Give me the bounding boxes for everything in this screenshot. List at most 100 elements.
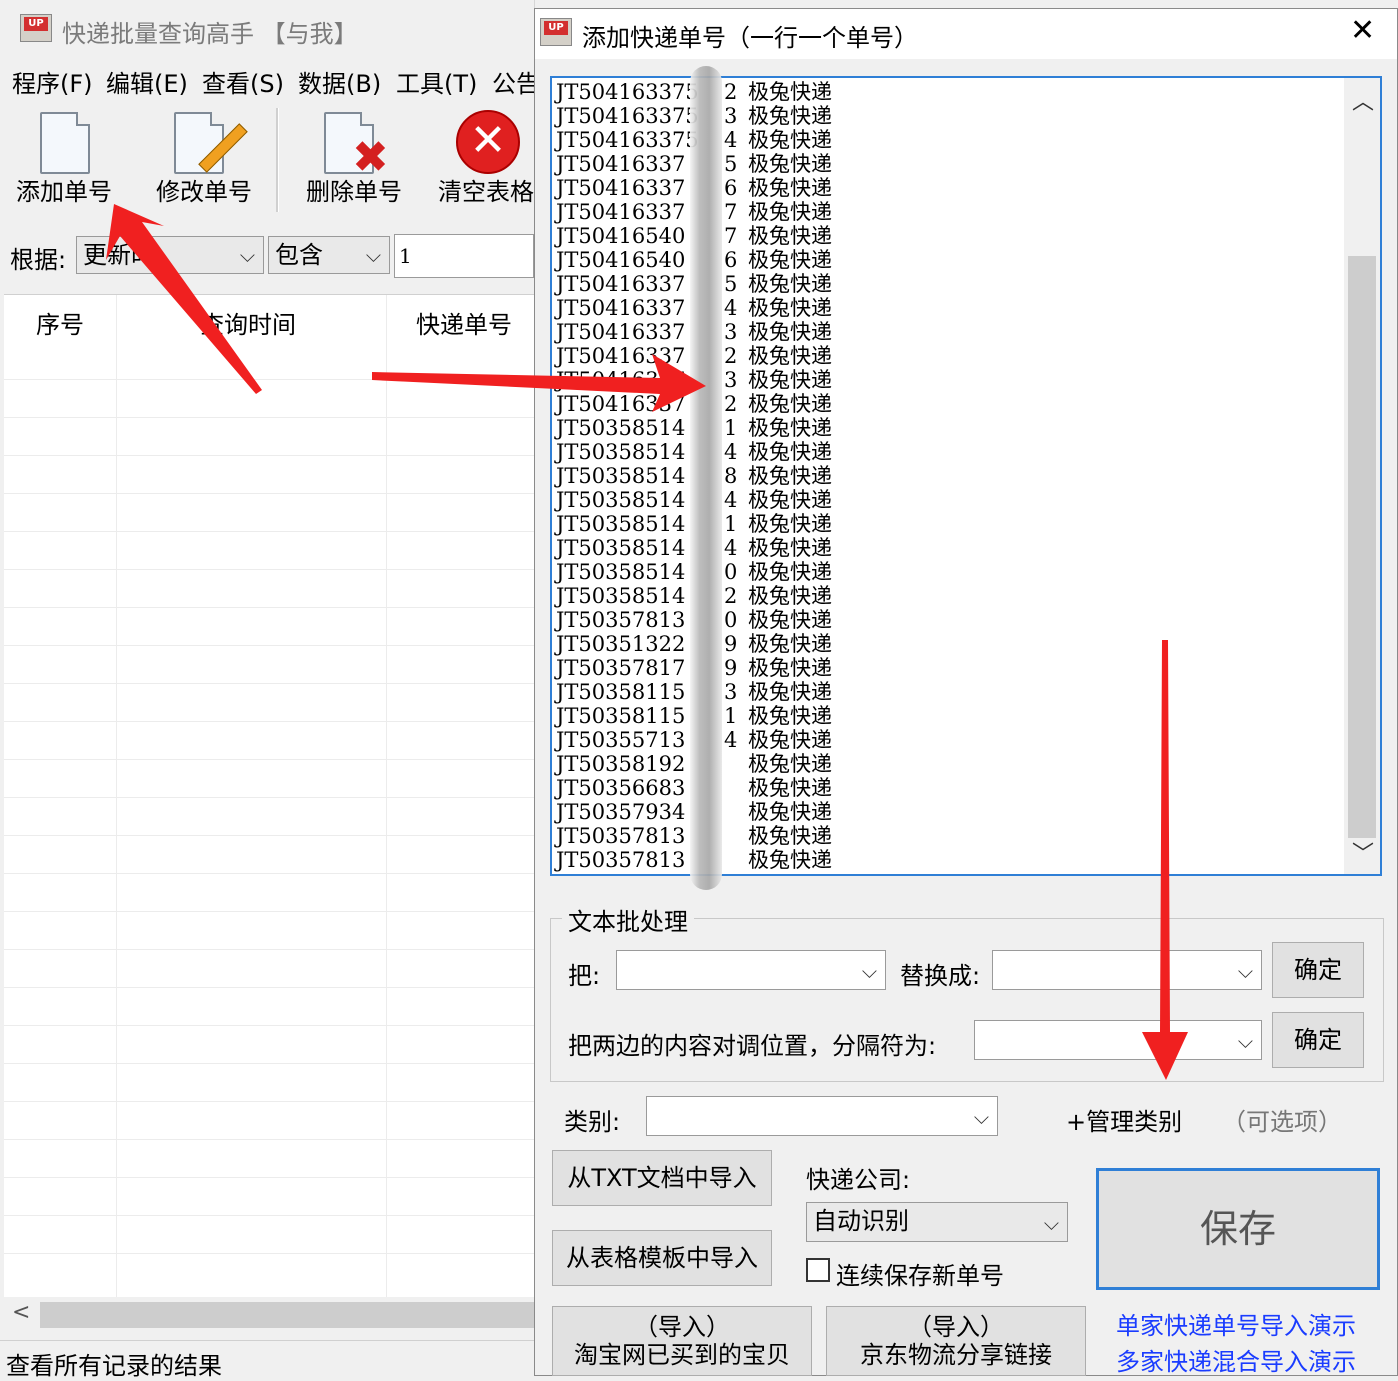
scrollbar-thumb[interactable]: [1348, 256, 1376, 838]
filter-mode-select[interactable]: 包含 ⌵: [268, 236, 390, 274]
swap-separator-select[interactable]: ⌵: [974, 1020, 1262, 1060]
courier-name: 极兔快递: [748, 704, 832, 728]
dialog-app-icon: UP: [540, 18, 572, 46]
tracking-number: JT50416337: [556, 344, 686, 368]
grid-row-line: [4, 1063, 534, 1064]
optional-hint: （可选项）: [1222, 1108, 1342, 1136]
tracking-suffix: 6: [724, 176, 738, 200]
tracking-number: JT50357813: [556, 848, 686, 872]
confirm-replace-button[interactable]: 确定: [1272, 942, 1364, 998]
grid-row-line: [4, 949, 534, 950]
close-icon[interactable]: ✕: [1350, 16, 1375, 46]
edit-number-button[interactable]: 修改单号: [134, 104, 274, 220]
col-header-index[interactable]: 序号: [36, 305, 84, 340]
category-select[interactable]: ⌵: [646, 1096, 998, 1136]
single-courier-demo-link[interactable]: 单家快递单号导入演示: [1116, 1306, 1356, 1341]
import-jd-button[interactable]: （导入） 京东物流分享链接: [826, 1306, 1086, 1376]
tracking-suffix: 0: [724, 560, 738, 584]
courier-name: 极兔快递: [748, 800, 832, 824]
courier-value: 自动识别: [813, 1207, 909, 1235]
col-header-query-time[interactable]: 查询时间: [200, 305, 296, 340]
add-number-button[interactable]: 添加单号: [0, 104, 134, 220]
menu-announcement[interactable]: 公告: [492, 64, 540, 99]
grid-row-line: [4, 1253, 534, 1254]
filter-label: 根据:: [10, 246, 67, 274]
tracking-suffix: 4: [724, 296, 738, 320]
grid-row-line: [4, 1101, 534, 1102]
tracking-number: JT50416540: [556, 248, 686, 272]
menu-bar: 程序(F) 编辑(E) 查看(S) 数据(B) 工具(T) 公告: [0, 60, 540, 100]
grid-row-line: [4, 607, 534, 608]
privacy-blur: [690, 66, 722, 890]
courier-name: 极兔快递: [748, 488, 832, 512]
chevron-down-icon[interactable]: ﹀: [1352, 836, 1374, 868]
scroll-left-icon[interactable]: <: [12, 1300, 30, 1325]
grid-row-line: [4, 987, 534, 988]
courier-label: 快递公司:: [806, 1166, 911, 1194]
chevron-up-icon[interactable]: ︿: [1352, 84, 1374, 116]
tracking-suffix: 3: [724, 104, 738, 128]
dialog-title: 添加快递单号（一行一个单号）: [582, 24, 918, 52]
tracking-number: JT50416337: [556, 200, 686, 224]
delete-number-label: 删除单号: [306, 178, 402, 206]
menu-view[interactable]: 查看(S): [202, 64, 284, 99]
courier-name: 极兔快递: [748, 584, 832, 608]
menu-tools[interactable]: 工具(T): [396, 64, 477, 99]
courier-name: 极兔快递: [748, 464, 832, 488]
replace-to-label: 替换成:: [900, 962, 981, 990]
grid-row-line: [4, 569, 534, 570]
manage-category-link[interactable]: +管理类别: [1066, 1102, 1182, 1137]
delete-number-button[interactable]: ✖ 删除单号: [284, 104, 424, 220]
tracking-number: JT50358514: [556, 512, 686, 536]
tracking-suffix: 4: [724, 128, 738, 152]
courier-name: 极兔快递: [748, 224, 832, 248]
clear-circle-x-icon: ✕: [456, 110, 520, 174]
col-header-tracking-number[interactable]: 快递单号: [416, 305, 512, 340]
tracking-number: JT50358514: [556, 440, 686, 464]
courier-name: 极兔快递: [748, 416, 832, 440]
menu-edit[interactable]: 编辑(E): [106, 64, 188, 99]
edit-number-label: 修改单号: [156, 178, 252, 206]
courier-name: 极兔快递: [748, 272, 832, 296]
courier-select[interactable]: 自动识别 ⌵: [806, 1202, 1068, 1242]
horizontal-scrollbar[interactable]: <: [4, 1298, 534, 1332]
courier-name: 极兔快递: [748, 152, 832, 176]
tracking-numbers-textarea[interactable]: JT504163375 2 极兔快递 JT504163375 3 极兔快递 JT504163…: [550, 76, 1382, 876]
tracking-suffix: 6: [724, 248, 738, 272]
filter-value-input[interactable]: 1: [394, 234, 534, 278]
tracking-number: JT50358514: [556, 560, 686, 584]
tracking-suffix: 5: [724, 272, 738, 296]
replace-from-select[interactable]: ⌵: [616, 950, 886, 990]
tracking-suffix: 1: [724, 512, 738, 536]
courier-name: 极兔快递: [748, 176, 832, 200]
import-jd-line2: 京东物流分享链接: [860, 1341, 1052, 1369]
courier-name: 极兔快递: [748, 200, 832, 224]
filter-field-select[interactable]: 更新时 ⌵: [76, 236, 264, 274]
confirm-swap-button[interactable]: 确定: [1272, 1012, 1364, 1068]
import-taobao-button[interactable]: （导入） 淘宝网已买到的宝贝: [552, 1306, 812, 1376]
import-txt-button[interactable]: 从TXT文档中导入: [552, 1150, 772, 1206]
menu-program[interactable]: 程序(F): [12, 64, 93, 99]
tracking-number: JT50358514: [556, 416, 686, 440]
grid-row-line: [4, 911, 534, 912]
save-button[interactable]: 保存: [1096, 1168, 1380, 1290]
import-template-button[interactable]: 从表格模板中导入: [552, 1230, 772, 1286]
courier-name: 极兔快递: [748, 320, 832, 344]
courier-name: 极兔快递: [748, 368, 832, 392]
replace-to-select[interactable]: ⌵: [992, 950, 1262, 990]
tracking-number: JT50358514: [556, 536, 686, 560]
scrollbar-thumb[interactable]: [40, 1302, 534, 1328]
tracking-suffix: 4: [724, 488, 738, 512]
chevron-down-icon: ⌵: [365, 243, 381, 267]
tracking-suffix: 0: [724, 608, 738, 632]
tracking-number: JT50416337: [556, 392, 686, 416]
vertical-scrollbar[interactable]: ︿ ﹀: [1344, 78, 1380, 874]
tracking-number: JT50416337: [556, 272, 686, 296]
continuous-save-checkbox[interactable]: [806, 1258, 830, 1282]
menu-data[interactable]: 数据(B): [298, 64, 381, 99]
multi-courier-demo-link[interactable]: 多家快递混合导入演示: [1116, 1342, 1356, 1377]
courier-name: 极兔快递: [748, 128, 832, 152]
courier-name: 极兔快递: [748, 248, 832, 272]
courier-name: 极兔快递: [748, 392, 832, 416]
tracking-suffix: 8: [724, 464, 738, 488]
